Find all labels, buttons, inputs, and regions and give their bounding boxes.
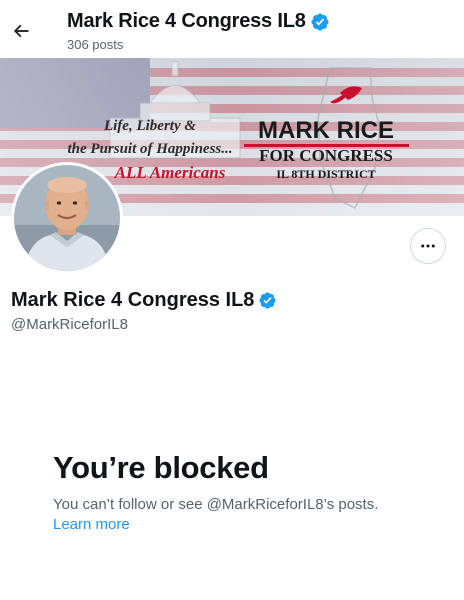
- back-button[interactable]: [6, 16, 36, 46]
- arrow-left-icon: [13, 24, 29, 38]
- banner-campaign-sub: FOR CONGRESS: [259, 146, 393, 165]
- header-name: Mark Rice 4 Congress IL8: [67, 10, 306, 32]
- learn-more-link[interactable]: Learn more: [53, 516, 130, 533]
- top-bar: Mark Rice 4 Congress IL8 306 posts: [0, 0, 464, 58]
- more-options-button[interactable]: [410, 228, 446, 264]
- banner-campaign-name: MARK RICE: [258, 117, 394, 144]
- blocked-message: You can’t follow or see @MarkRiceforIL8’…: [53, 496, 379, 513]
- profile-name-row: Mark Rice 4 Congress IL8: [11, 289, 277, 312]
- banner-slogan-2: the Pursuit of Happiness...: [67, 141, 232, 157]
- banner-slogan-3: ALL Americans: [114, 163, 226, 182]
- header-name-row: Mark Rice 4 Congress IL8: [67, 10, 330, 33]
- banner-district: IL 8TH DISTRICT: [276, 167, 375, 181]
- blocked-title: You’re blocked: [53, 450, 269, 485]
- avatar[interactable]: [11, 162, 123, 274]
- verified-badge-icon: [258, 291, 277, 310]
- more-options-icon: [421, 244, 435, 248]
- avatar-photo: [14, 165, 120, 271]
- post-count: 306 posts: [67, 37, 124, 52]
- profile-handle: @MarkRiceforIL8: [11, 316, 128, 333]
- display-name: Mark Rice 4 Congress IL8: [11, 289, 255, 311]
- verified-badge-icon: [310, 12, 330, 32]
- banner-slogan-1: Life, Liberty &: [103, 118, 196, 134]
